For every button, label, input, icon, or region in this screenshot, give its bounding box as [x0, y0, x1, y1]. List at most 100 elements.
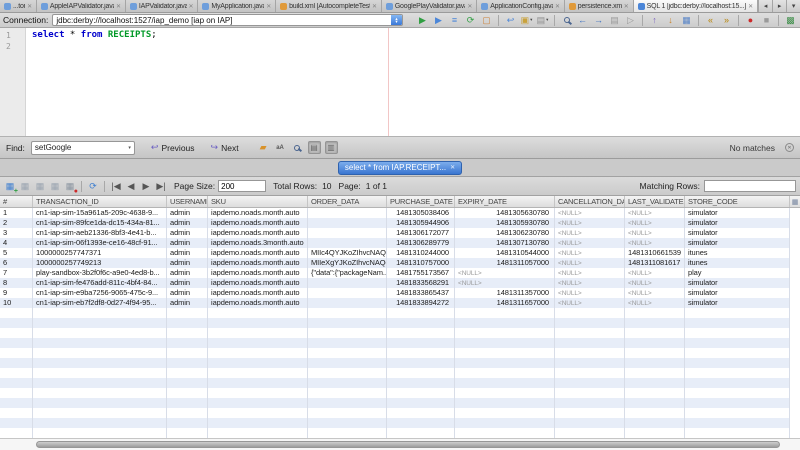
regular-expression-icon[interactable] — [291, 141, 304, 154]
previous-occurrence-icon[interactable]: ↑ — [648, 14, 661, 27]
cell-sku[interactable]: iapdemo.noads.month.auto — [208, 258, 308, 268]
editor-tab[interactable]: MyApplication.java✕ — [198, 0, 276, 12]
column-header-cancellation_date[interactable]: CANCELLATION_DATE — [555, 196, 625, 207]
cell-expiry_date[interactable]: <NULL> — [455, 268, 555, 278]
cell-cancellation_date[interactable]: <NULL> — [555, 298, 625, 308]
column-header-rownum[interactable]: # — [0, 196, 33, 207]
cell-cancellation_date[interactable]: <NULL> — [555, 218, 625, 228]
wrap-around-toggle[interactable]: ▥ — [325, 141, 338, 154]
cell-username[interactable]: admin — [167, 278, 208, 288]
find-close-icon[interactable]: ✕ — [785, 143, 794, 152]
column-header-sku[interactable]: SKU — [208, 196, 308, 207]
refresh-connection-icon[interactable]: ⟳ — [464, 14, 477, 27]
horizontal-scrollbar[interactable] — [0, 438, 800, 450]
macro-record-icon[interactable]: ● — [744, 14, 757, 27]
result-tab[interactable]: select * from IAP.RECEIPT... ✕ — [338, 161, 462, 175]
last-edit-icon[interactable]: ▤ — [608, 14, 621, 27]
cell-order_data[interactable] — [308, 238, 387, 248]
cancel-edits-icon[interactable]: ▦ — [49, 180, 61, 192]
cell-order_data[interactable] — [308, 218, 387, 228]
cell-order_data[interactable] — [308, 278, 387, 288]
open-dropdown-icon[interactable]: ▣▾ — [520, 14, 533, 27]
scroll-tabs-right-button[interactable]: ▸ — [772, 0, 786, 12]
cell-store_code[interactable]: simulator — [685, 288, 790, 298]
cell-username[interactable]: admin — [167, 208, 208, 218]
tab-close-icon[interactable]: ✕ — [266, 3, 271, 10]
cell-transaction_id[interactable]: cn1-iap-sim-e9ba7256-9065-475c-9... — [33, 288, 167, 298]
cell-sku[interactable]: iapdemo.noads.month.auto — [208, 218, 308, 228]
cell-cancellation_date[interactable]: <NULL> — [555, 278, 625, 288]
cell-purchase_date[interactable]: 1481310757000 — [387, 258, 455, 268]
column-header-purchase_date[interactable]: PURCHASE_DATE — [387, 196, 455, 207]
cell-purchase_date[interactable]: 1481833894272 — [387, 298, 455, 308]
find-previous-button[interactable]: ↩ Previous — [151, 143, 195, 153]
cell-store_code[interactable]: simulator — [685, 228, 790, 238]
cell-store_code[interactable]: itunes — [685, 248, 790, 258]
column-header-store_code[interactable]: STORE_CODE — [685, 196, 790, 207]
table-row[interactable]: 9cn1-iap-sim-e9ba7256-9065-475c-9...admi… — [0, 288, 790, 298]
cell-transaction_id[interactable]: cn1-iap-sim-aeb21336-8bf3-4e41-b... — [33, 228, 167, 238]
editor-tab[interactable]: persistence.xml✕ — [565, 0, 634, 12]
column-header-order_data[interactable]: ORDER_DATA — [308, 196, 387, 207]
cell-sku[interactable]: iapdemo.noads.month.auto — [208, 228, 308, 238]
find-input[interactable]: setGoogle ▾ — [31, 141, 135, 155]
tab-close-icon[interactable]: ✕ — [467, 3, 472, 10]
cell-sku[interactable]: iapdemo.noads.month.auto — [208, 208, 308, 218]
toggle-bookmark-icon[interactable]: ▷ — [624, 14, 637, 27]
editor-tab[interactable]: AppleIAPValidator.java✕ — [37, 0, 126, 12]
cell-sku[interactable]: iapdemo.noads.month.auto — [208, 248, 308, 258]
table-row[interactable]: 61000000257749213adminiapdemo.noads.mont… — [0, 258, 790, 268]
cell-purchase_date[interactable]: 1481310244000 — [387, 248, 455, 258]
paste-dropdown-icon[interactable]: ▤▾ — [536, 14, 549, 27]
cell-expiry_date[interactable]: <NULL> — [455, 278, 555, 288]
tab-list-button[interactable]: ▾ — [786, 0, 800, 12]
next-page-icon[interactable]: ▶ — [140, 180, 152, 192]
comment-icon[interactable]: ▩ — [784, 14, 797, 27]
cell-order_data[interactable]: {"data":{"packageNam... — [308, 268, 387, 278]
connection-combobox[interactable]: jdbc:derby://localhost:1527/iap_demo [ia… — [52, 14, 403, 26]
cell-store_code[interactable]: itunes — [685, 258, 790, 268]
back-icon[interactable]: ← — [576, 14, 589, 27]
cell-transaction_id[interactable]: 1000000257747371 — [33, 248, 167, 258]
cell-rownum[interactable]: 5 — [0, 248, 33, 258]
toggle-highlight-icon[interactable]: ▦ — [680, 14, 693, 27]
sql-history-icon[interactable]: ≡ — [448, 14, 461, 27]
commit-record-icon[interactable]: ▦ — [34, 180, 46, 192]
cell-transaction_id[interactable]: 1000000257749213 — [33, 258, 167, 268]
cell-rownum[interactable]: 10 — [0, 298, 33, 308]
cell-purchase_date[interactable]: 1481833568291 — [387, 278, 455, 288]
cell-order_data[interactable]: MIIeXgYJKoZIhvcNAQc... — [308, 258, 387, 268]
table-row[interactable]: 7play-sandbox-3b2f0f6c-a9e0-4ed8-b...adm… — [0, 268, 790, 278]
sql-editor[interactable]: 12 select * from RECEIPTS; — [0, 28, 800, 137]
cell-expiry_date[interactable]: 1481305930780 — [455, 218, 555, 228]
cell-store_code[interactable]: simulator — [685, 238, 790, 248]
forward-icon[interactable]: → — [592, 14, 605, 27]
new-file-icon[interactable]: ▢ — [480, 14, 493, 27]
tab-close-icon[interactable]: ✕ — [748, 3, 753, 10]
cell-purchase_date[interactable]: 1481306172077 — [387, 228, 455, 238]
cell-rownum[interactable]: 8 — [0, 278, 33, 288]
cell-rownum[interactable]: 4 — [0, 238, 33, 248]
column-header-last_validated[interactable]: LAST_VALIDATED — [625, 196, 685, 207]
match-case-icon[interactable]: aA — [274, 141, 287, 154]
editor-tab[interactable]: ...tor✕ — [0, 0, 37, 12]
sql-code-line[interactable]: select * from RECEIPTS; — [26, 28, 157, 136]
cell-store_code[interactable]: simulator — [685, 298, 790, 308]
column-header-expiry_date[interactable]: EXPIRY_DATE — [455, 196, 555, 207]
refresh-icon[interactable]: ⟳ — [87, 180, 99, 192]
editor-tab[interactable]: SQL 1 [jdbc:derby://localhost:15...]✕ — [634, 0, 758, 12]
highlight-results-icon[interactable]: ▰ — [257, 141, 270, 154]
cell-store_code[interactable]: simulator — [685, 218, 790, 228]
delete-record-icon[interactable]: ▦ — [19, 180, 31, 192]
cell-transaction_id[interactable]: cn1-iap-sim-eb7f2df8-0d27-4f94-95... — [33, 298, 167, 308]
cell-purchase_date[interactable]: 1481305038406 — [387, 208, 455, 218]
cell-expiry_date[interactable]: 1481311357000 — [455, 288, 555, 298]
first-page-icon[interactable]: |◀ — [110, 180, 122, 192]
cell-expiry_date[interactable]: 1481305630780 — [455, 208, 555, 218]
cell-username[interactable]: admin — [167, 248, 208, 258]
tab-close-icon[interactable]: ✕ — [27, 3, 32, 10]
result-tab-close-icon[interactable]: ✕ — [450, 164, 455, 171]
cell-sku[interactable]: iapdemo.noads.month.auto — [208, 288, 308, 298]
cell-username[interactable]: admin — [167, 238, 208, 248]
cell-order_data[interactable] — [308, 298, 387, 308]
